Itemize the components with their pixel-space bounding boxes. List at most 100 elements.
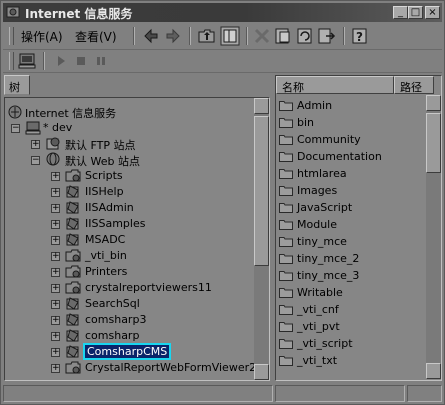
expand-toggle[interactable]: +: [51, 284, 60, 293]
folder-icon: [279, 135, 293, 145]
forward-icon[interactable]: [163, 26, 183, 46]
folder-icon: [279, 118, 293, 128]
tab-tree[interactable]: 树: [4, 75, 30, 95]
ftp-site-icon: [46, 137, 60, 150]
show-tree-icon[interactable]: [220, 26, 240, 46]
toolbar-grip[interactable]: [9, 52, 14, 70]
folder-icon: [279, 322, 293, 332]
properties-icon[interactable]: [273, 26, 293, 46]
tree-item-label: IISAdmin: [85, 201, 134, 214]
close-button[interactable]: ×: [425, 6, 440, 19]
collapse-toggle[interactable]: −: [31, 156, 40, 165]
list-item-label: Admin: [297, 99, 333, 112]
virtual-directory-icon: [65, 361, 81, 374]
expand-toggle[interactable]: +: [51, 172, 60, 181]
tree-server-label: * dev: [43, 121, 73, 134]
minimize-button[interactable]: _: [393, 6, 408, 19]
tree-item-label: SearchSql: [85, 297, 140, 310]
scroll-thumb[interactable]: [426, 113, 441, 173]
expand-toggle[interactable]: +: [51, 268, 60, 277]
collapse-toggle[interactable]: −: [11, 124, 20, 133]
list-item-label: Module: [297, 218, 337, 231]
folder-icon: [279, 288, 293, 298]
folder-icon: [279, 305, 293, 315]
scroll-up-button[interactable]: [426, 95, 441, 111]
refresh-icon[interactable]: [295, 26, 315, 46]
virtual-directory-icon: [65, 265, 81, 278]
toolbar-separator: [189, 27, 191, 45]
back-icon[interactable]: [141, 26, 161, 46]
status-cell: [3, 385, 273, 402]
web-application-icon: [66, 313, 79, 326]
status-bar: [3, 385, 442, 402]
mmc-window: Internet 信息服务 _ □ × 操作(A) 查看(V) ? 树 Inte…: [0, 0, 445, 405]
expand-toggle[interactable]: +: [51, 220, 60, 229]
folder-icon: [279, 356, 293, 366]
web-application-icon: [66, 329, 79, 342]
tree-item-label: crystalreportviewers11: [85, 281, 212, 294]
list-item-label: tiny_mce_2: [297, 252, 360, 265]
list-item-label: Images: [297, 184, 338, 197]
expand-toggle[interactable]: +: [51, 252, 60, 261]
play-icon[interactable]: [51, 51, 71, 71]
list-item-label: tiny_mce_3: [297, 269, 360, 282]
up-folder-icon[interactable]: [197, 26, 217, 46]
expand-toggle[interactable]: +: [51, 332, 60, 341]
tree-ftp-label: 默认 FTP 站点: [65, 139, 136, 152]
column-header-name[interactable]: 名称: [276, 76, 394, 94]
tree-item-label: MSADC: [85, 233, 126, 246]
folder-icon: [279, 254, 293, 264]
list-item-label: _vti_cnf: [297, 303, 339, 316]
virtual-directory-icon: [65, 249, 81, 262]
list-item-label: bin: [297, 116, 315, 129]
list-item-label: _vti_pvt: [297, 320, 340, 333]
tree-view[interactable]: Internet 信息服务 − * dev + 默认 FTP 站点 − 默认 W…: [4, 97, 270, 381]
expand-toggle[interactable]: +: [51, 204, 60, 213]
expand-toggle[interactable]: +: [51, 188, 60, 197]
expand-toggle[interactable]: +: [51, 364, 60, 373]
folder-icon: [279, 220, 293, 230]
scroll-down-button[interactable]: [426, 363, 441, 379]
menu-action[interactable]: 操作(A): [21, 28, 63, 45]
maximize-button[interactable]: □: [408, 6, 423, 19]
expand-toggle[interactable]: +: [51, 236, 60, 245]
expand-toggle[interactable]: +: [51, 316, 60, 325]
computer-icon[interactable]: [17, 51, 37, 71]
tree-item-label: comsharp: [85, 329, 140, 342]
window-title: Internet 信息服务: [25, 7, 133, 21]
web-site-icon: [46, 152, 60, 166]
menu-view[interactable]: 查看(V): [75, 28, 117, 45]
menubar-grip[interactable]: [9, 27, 14, 45]
help-icon[interactable]: ?: [350, 26, 370, 46]
stop-icon[interactable]: [71, 51, 91, 71]
toolbar-separator: [133, 27, 135, 45]
tree-item-label: comsharp3: [85, 313, 147, 326]
menu-toolbar: 操作(A) 查看(V) ?: [3, 23, 442, 50]
list-scrollbar[interactable]: [426, 95, 441, 379]
scroll-thumb[interactable]: [254, 116, 269, 266]
expand-toggle[interactable]: +: [51, 348, 60, 357]
expand-toggle[interactable]: +: [51, 300, 60, 309]
scroll-up-button[interactable]: [254, 98, 269, 114]
export-icon[interactable]: [317, 26, 337, 46]
column-header-path[interactable]: 路径: [394, 76, 434, 94]
virtual-directory-icon: [65, 169, 81, 182]
tree-web-label: 默认 Web 站点: [65, 155, 140, 168]
delete-icon[interactable]: [252, 26, 272, 46]
title-bar[interactable]: Internet 信息服务 _ □ ×: [3, 3, 442, 22]
iis-app-icon: [6, 6, 20, 18]
list-item-label: _vti_script: [297, 337, 353, 350]
tree-item-label: IISHelp: [85, 185, 124, 198]
pause-icon[interactable]: [91, 51, 111, 71]
list-item-label: Documentation: [297, 150, 382, 163]
toolbar-separator: [43, 52, 45, 70]
toolbar-separator: [246, 27, 248, 45]
list-pane[interactable]: 名称 路径 Admin bin Community Documentation html…: [275, 75, 442, 381]
web-application-icon: [66, 217, 79, 230]
tree-item-label: IISSamples: [85, 217, 146, 230]
tree-scrollbar[interactable]: [254, 98, 269, 380]
folder-icon: [279, 169, 293, 179]
folder-icon: [279, 186, 293, 196]
scroll-down-button[interactable]: [254, 364, 269, 380]
expand-toggle[interactable]: +: [31, 140, 40, 149]
